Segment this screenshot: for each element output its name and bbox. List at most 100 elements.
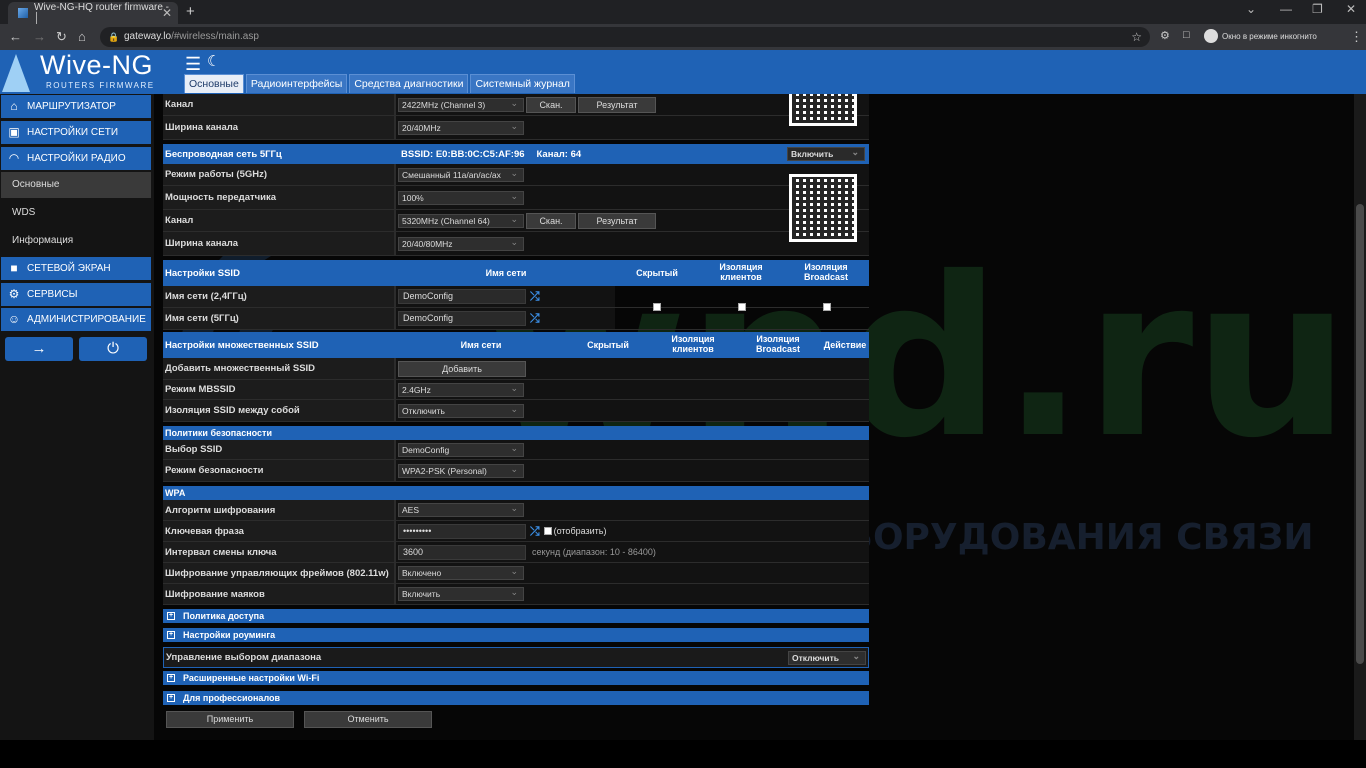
roaming-section[interactable]: + Настройки роуминга (163, 628, 869, 642)
sidebar-item-router[interactable]: ⌂ МАРШРУТИЗАТОР (1, 95, 151, 118)
browser-tab[interactable]: Wive-NG-HQ router firmware - │ ✕ (8, 2, 178, 24)
info-icon[interactable]: 🔒 (108, 27, 119, 47)
logo: Wive-NG ROUTERS FIRMWARE (0, 50, 176, 94)
cancel-button[interactable]: Отменить (304, 711, 432, 728)
dark-mode-moon-icon[interactable]: ☾ (207, 52, 220, 70)
power-label: Мощность передатчика (163, 186, 395, 209)
client-isolation-checkbox[interactable] (738, 303, 746, 311)
reboot-button[interactable]: ⏻ (79, 337, 147, 361)
add-mssid-button[interactable]: Добавить (398, 360, 526, 377)
side-panel-icon[interactable]: □ (1183, 29, 1190, 41)
wireless-5ghz-enable-select[interactable]: Включить (787, 146, 865, 161)
sidebar-item-label: НАСТРОЙКИ СЕТИ (27, 127, 119, 138)
ssid-24-input[interactable]: DemoConfig (398, 289, 526, 304)
bottom-area (0, 740, 1366, 768)
hamburger-menu-icon[interactable]: ☰ (185, 54, 201, 75)
mode-5-select[interactable]: Смешанный 11a/an/ac/ax (398, 167, 524, 182)
power-icon: ⏻ (107, 340, 119, 357)
minimize-button[interactable]: — (1280, 2, 1292, 16)
header-tabs: Основные Радиоинтерфейсы Средства диагно… (184, 74, 577, 93)
power-select[interactable]: 100% (398, 190, 524, 205)
sidebar-subitem-basic[interactable]: Основные (1, 172, 151, 198)
sidebar-item-network[interactable]: ▣ НАСТРОЙКИ СЕТИ (1, 121, 151, 144)
forward-button[interactable]: → (33, 29, 46, 44)
width-24-label: Ширина канала (163, 116, 395, 139)
logout-icon: → (31, 340, 47, 357)
col-client-isolation: Изоляция клиентов (671, 334, 715, 354)
col-client-isolation: Изоляция клиентов (719, 262, 763, 282)
result-24-button[interactable]: Результат (578, 96, 656, 113)
rekey-label: Интервал смены ключа (163, 542, 395, 562)
ssid-select-label: Выбор SSID (163, 440, 395, 459)
user-icon: ☺ (7, 312, 21, 326)
advanced-wifi-section[interactable]: + Расширенные настройки Wi-Fi (163, 671, 869, 685)
width-5-select[interactable]: 20/40/80MHz (398, 236, 524, 251)
ssid-select[interactable]: DemoConfig (398, 442, 524, 457)
logout-button[interactable]: → (5, 337, 73, 361)
add-mssid-label: Добавить множественный SSID (163, 358, 395, 379)
scrollbar-thumb[interactable] (1356, 204, 1364, 664)
expand-plus-icon: + (167, 694, 175, 702)
new-tab-button[interactable]: + (186, 3, 195, 20)
tab-close-icon[interactable]: ✕ (162, 6, 172, 20)
bookmark-star-icon[interactable]: ☆ (1131, 27, 1142, 47)
ssid-isolation-select[interactable]: Отключить (398, 403, 524, 418)
sidebar-item-services[interactable]: ⚙ СЕРВИСЫ (1, 283, 151, 306)
close-window-button[interactable]: ✕ (1346, 2, 1356, 16)
result-5-button[interactable]: Результат (578, 212, 656, 229)
passphrase-input[interactable]: ••••••••• (398, 523, 526, 539)
tab-system-log[interactable]: Системный журнал (470, 74, 575, 93)
beacon-select[interactable]: Включить (398, 586, 524, 601)
sidebar-item-admin[interactable]: ☺ АДМИНИСТРИРОВАНИЕ (1, 308, 151, 331)
sidebar-item-label: НАСТРОЙКИ РАДИО (27, 153, 126, 164)
shuffle-icon[interactable]: ⤮ (530, 524, 540, 539)
pmf-select[interactable]: Включено (398, 565, 524, 580)
cipher-select[interactable]: AES (398, 502, 524, 517)
sidebar-subitem-info[interactable]: Информация (1, 228, 151, 254)
home-button[interactable]: ⌂ (78, 29, 86, 44)
browser-menu-icon[interactable]: ⋮ (1350, 29, 1363, 45)
ssid-5-input[interactable]: DemoConfig (398, 311, 526, 326)
maximize-button[interactable]: ❐ (1312, 2, 1323, 16)
shuffle-icon[interactable]: ⤮ (530, 289, 540, 304)
professional-section[interactable]: + Для профессионалов (163, 691, 869, 705)
show-passphrase-checkbox[interactable] (543, 527, 552, 535)
hidden-checkbox[interactable] (653, 303, 661, 311)
address-bar[interactable]: 🔒 gateway.lo/#wireless/main.asp ☆ (100, 27, 1150, 47)
sidebar-subitem-wds[interactable]: WDS (1, 200, 151, 226)
sidebar-item-label: МАРШРУТИЗАТОР (27, 101, 116, 112)
scan-24-button[interactable]: Скан. (526, 96, 576, 113)
ssid-24-row: Имя сети (2,4ГГц) DemoConfig ⤮ (163, 286, 869, 308)
shuffle-icon[interactable]: ⤮ (530, 311, 540, 326)
rekey-input[interactable]: 3600 (398, 544, 526, 560)
wifi-icon: ◠ (8, 151, 20, 165)
channel-5-select[interactable]: 5320MHz (Channel 64) (398, 213, 524, 228)
url-path: /#wireless/main.asp (171, 31, 259, 42)
vertical-scrollbar[interactable] (1354, 94, 1366, 740)
security-mode-row: Режим безопасности WPA2-PSK (Personal) (163, 460, 869, 482)
mbssid-mode-select[interactable]: 2.4GHz (398, 382, 524, 397)
band-steering-select[interactable]: Отключить (788, 650, 866, 665)
width-24-select[interactable]: 20/40MHz (398, 120, 524, 135)
incognito-indicator[interactable]: Окно в режиме инкогнито (1204, 29, 1317, 43)
tab-search-icon[interactable]: ⌄ (1246, 2, 1256, 16)
width-5-row: Ширина канала 20/40/80MHz (163, 232, 869, 256)
sidebar-item-radio[interactable]: ◠ НАСТРОЙКИ РАДИО (1, 147, 151, 170)
channel-24-select[interactable]: 2422MHz (Channel 3) (398, 97, 524, 112)
browser-tab-strip: Wive-NG-HQ router firmware - │ ✕ + ⌄ — ❐… (0, 0, 1366, 24)
broadcast-isolation-checkbox[interactable] (823, 303, 831, 311)
tab-radio-interfaces[interactable]: Радиоинтерфейсы (245, 74, 348, 93)
scan-5-button[interactable]: Скан. (526, 212, 576, 229)
sidebar-item-label: АДМИНИСТРИРОВАНИЕ (27, 314, 146, 325)
tab-basic[interactable]: Основные (184, 74, 244, 93)
tab-diagnostics[interactable]: Средства диагностики (349, 74, 469, 93)
wireless-5ghz-title: Беспроводная сеть 5ГГц (165, 148, 282, 160)
security-mode-select[interactable]: WPA2-PSK (Personal) (398, 463, 524, 478)
col-network-name: Имя сети (485, 268, 527, 278)
back-button[interactable]: ← (9, 29, 22, 44)
apply-button[interactable]: Применить (166, 711, 294, 728)
reload-button[interactable]: ↻ (56, 29, 67, 45)
extensions-icon[interactable]: ⚙ (1160, 29, 1170, 42)
access-policy-section[interactable]: + Политика доступа (163, 609, 869, 623)
sidebar-item-firewall[interactable]: ■ СЕТЕВОЙ ЭКРАН (1, 257, 151, 280)
